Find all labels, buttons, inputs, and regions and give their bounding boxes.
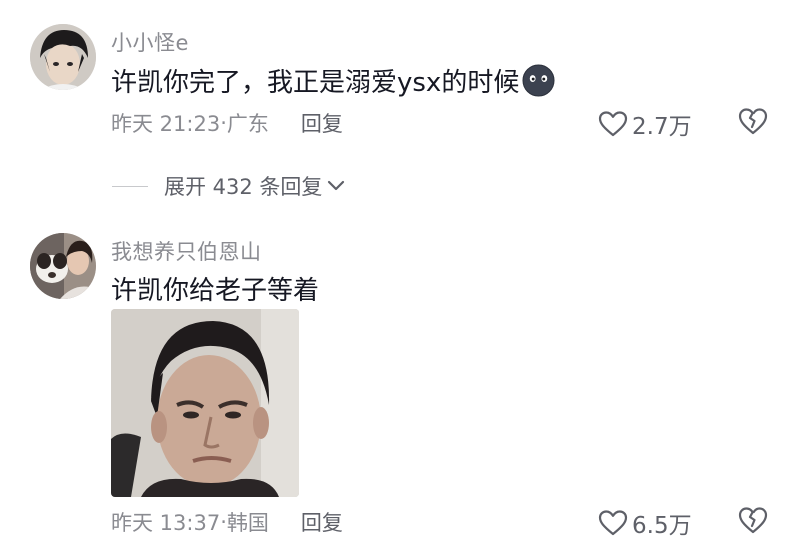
comment-text: 许凯你给老子等着 (111, 270, 319, 307)
like-button[interactable]: 2.7万 (598, 107, 692, 141)
chevron-down-icon (328, 180, 345, 191)
avatar-user-1[interactable] (30, 24, 96, 90)
username[interactable]: 小小怪e (111, 27, 189, 57)
comment-time: 昨天 13:37 (111, 511, 221, 535)
like-count: 2.7万 (632, 114, 692, 140)
reply-button[interactable]: 回复 (301, 108, 343, 138)
broken-heart-icon (738, 507, 768, 534)
comment-location: 广东 (226, 112, 269, 136)
expand-replies-button[interactable]: 展开 432 条回复 (112, 171, 346, 201)
meme-face-sticker[interactable] (111, 309, 299, 497)
dislike-button[interactable] (737, 505, 769, 535)
comment-time: 昨天 21:23 (111, 112, 221, 136)
comment-text: 许凯你完了，我正是溺爱ysx的时候 (111, 62, 555, 99)
comment-location: 韩国 (226, 511, 269, 535)
divider (112, 185, 148, 187)
broken-heart-icon (738, 108, 768, 135)
meta-separator: · (220, 111, 227, 135)
expand-replies-label: 展开 432 条回复 (164, 175, 323, 199)
heart-outline-icon (598, 111, 628, 137)
avatar-user-2[interactable] (30, 233, 96, 299)
comment-text-body: 许凯你完了，我正是溺爱ysx的时候 (111, 68, 520, 98)
heart-outline-icon (598, 510, 628, 536)
reply-button[interactable]: 回复 (301, 507, 343, 537)
username[interactable]: 我想养只伯恩山 (111, 236, 262, 266)
comment-meta: 昨天 13:37 · 韩国 回复 (111, 507, 343, 537)
dark-round-face-emoji-icon (522, 64, 555, 97)
comment-text-body: 许凯你给老子等着 (111, 276, 320, 306)
like-button[interactable]: 6.5万 (598, 506, 692, 540)
like-count: 6.5万 (632, 513, 692, 539)
dislike-button[interactable] (737, 106, 769, 136)
meta-separator: · (220, 510, 227, 534)
comment-meta: 昨天 21:23 · 广东 回复 (111, 108, 343, 138)
